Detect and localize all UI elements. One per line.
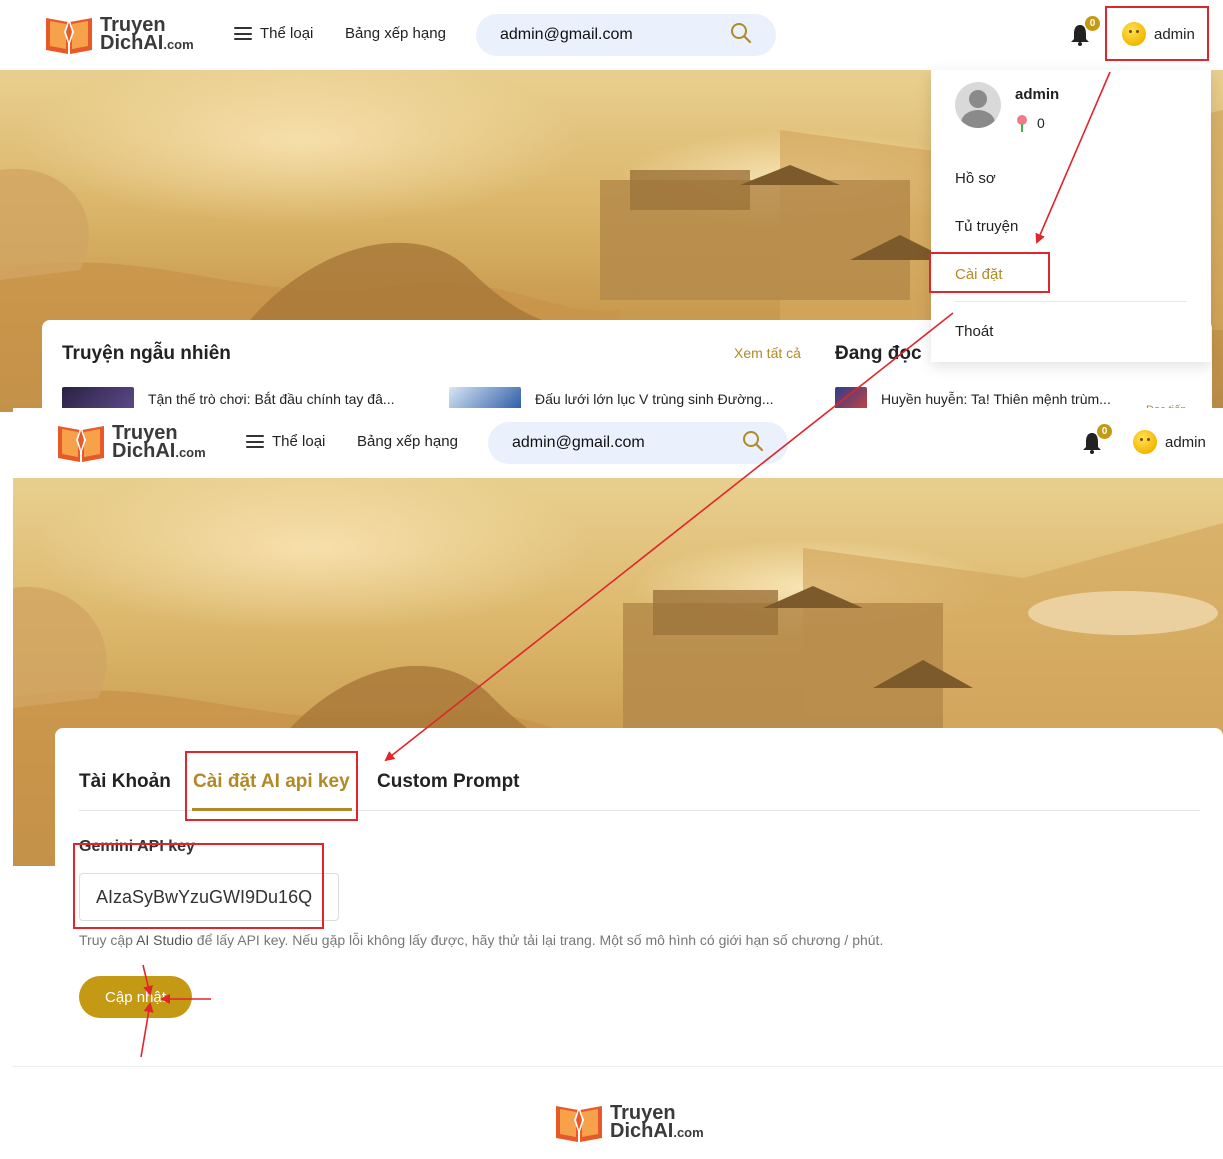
- highlight-api-key-field: [73, 843, 324, 929]
- menu-item-library[interactable]: Tủ truyện: [955, 218, 1018, 235]
- highlight-user-menu: [1105, 6, 1209, 61]
- user-dropdown: admin 0 Hồ sơ Tủ truyện Cài đặt Thoát: [931, 70, 1211, 362]
- search-input[interactable]: admin@gmail.com: [500, 26, 730, 44]
- logo[interactable]: Truyen DichAI.com: [56, 420, 206, 464]
- footer-logo[interactable]: Truyen DichAI.com: [554, 1100, 704, 1144]
- top-header: Truyen DichAI.com Thể loại Bảng xếp hạng…: [0, 0, 1223, 70]
- search-input[interactable]: admin@gmail.com: [512, 434, 742, 452]
- rose-icon: [1017, 115, 1027, 132]
- tab-account[interactable]: Tài Khoản: [79, 771, 171, 793]
- story-title: Huyền huyễn: Ta! Thiên mệnh trùm...: [881, 391, 1111, 407]
- random-stories-title: Truyện ngẫu nhiên: [62, 343, 231, 364]
- search-icon[interactable]: [730, 22, 752, 49]
- update-button[interactable]: Cập nhật: [79, 976, 192, 1018]
- story-title: Đấu lưới lớn lục V trùng sinh Đường...: [535, 391, 774, 407]
- notification-badge: 0: [1097, 424, 1112, 439]
- menu-divider: [955, 301, 1187, 302]
- logo-text: Truyen DichAI.com: [100, 14, 194, 54]
- notification-badge: 0: [1085, 16, 1100, 31]
- nav-genres[interactable]: Thể loại: [234, 25, 313, 42]
- nav-rankings[interactable]: Bảng xếp hạng: [357, 433, 458, 450]
- notification-bell[interactable]: 0: [1082, 424, 1112, 459]
- menu-item-profile[interactable]: Hồ sơ: [955, 170, 996, 187]
- logo-book-icon: [44, 12, 94, 56]
- ai-studio-link[interactable]: AI Studio: [136, 932, 193, 948]
- hamburger-icon: [246, 435, 264, 448]
- search-bar[interactable]: admin@gmail.com: [476, 14, 776, 56]
- footer-divider: [13, 1066, 1223, 1067]
- user-menu[interactable]: admin: [1133, 430, 1206, 454]
- search-bar[interactable]: admin@gmail.com: [488, 422, 788, 464]
- see-all-link[interactable]: Xem tất cả: [734, 345, 801, 361]
- dropdown-username: admin: [1015, 86, 1060, 103]
- logo-text: Truyen DichAI.com: [610, 1102, 704, 1142]
- highlight-api-key-tab: [185, 751, 358, 821]
- user-name: admin: [1165, 433, 1206, 451]
- highlight-settings-item: [929, 252, 1050, 293]
- search-icon[interactable]: [742, 430, 764, 457]
- reading-title: Đang đọc: [835, 343, 922, 364]
- settings-header: Truyen DichAI.com Thể loại Bảng xếp hạng…: [13, 408, 1223, 478]
- logo-text: Truyen DichAI.com: [112, 422, 206, 462]
- nav-rankings[interactable]: Bảng xếp hạng: [345, 25, 446, 42]
- help-text: Truy cập AI Studio để lấy API key. Nếu g…: [79, 932, 884, 948]
- notification-bell[interactable]: 0: [1070, 16, 1100, 51]
- menu-item-logout[interactable]: Thoát: [955, 323, 993, 340]
- user-avatar-icon: [955, 82, 1001, 128]
- dropdown-points: 0: [1015, 114, 1045, 132]
- story-title: Tận thế trò chơi: Bắt đầu chính tay đâ..…: [148, 391, 395, 407]
- logo[interactable]: Truyen DichAI.com: [44, 12, 194, 56]
- logo-book-icon: [554, 1100, 604, 1144]
- hamburger-icon: [234, 27, 252, 40]
- tab-custom-prompt[interactable]: Custom Prompt: [377, 771, 520, 793]
- emoji-avatar-icon: [1133, 430, 1157, 454]
- logo-book-icon: [56, 420, 106, 464]
- nav-genres[interactable]: Thể loại: [246, 433, 325, 450]
